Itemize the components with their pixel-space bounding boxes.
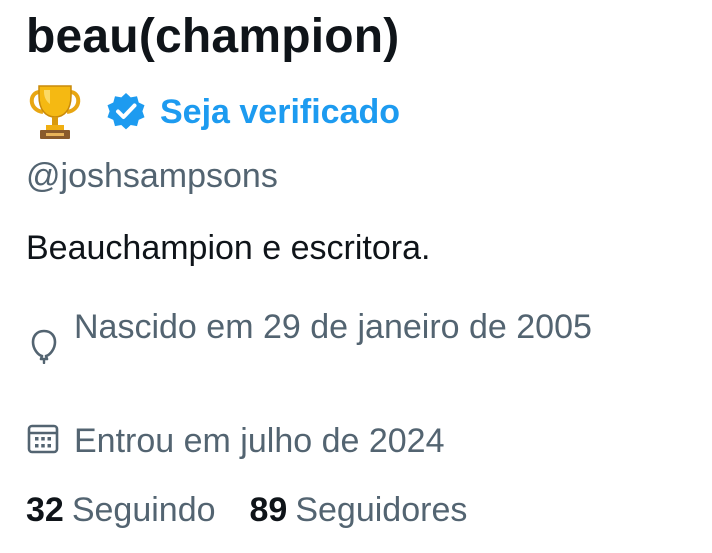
trophy-icon [26, 82, 84, 142]
follow-stats: 32 Seguindo 89 Seguidores [26, 488, 467, 532]
following-label: Seguindo [71, 491, 216, 529]
bio-text: Beauchampion e escritora. [26, 229, 431, 267]
followers-label: Seguidores [295, 491, 468, 529]
followers-count: 89 [249, 491, 288, 529]
badge-row: Seja verificado [26, 80, 400, 144]
birth-date-text: Nascido em 29 de janeiro de 2005 [74, 308, 592, 346]
following-count: 32 [26, 491, 64, 529]
birth-date-row: Nascido em 29 de janeiro de 2005 [26, 302, 614, 365]
join-date-row: Entrou em julho de 2024 [26, 416, 614, 466]
user-handle: @joshsampsons [26, 157, 278, 195]
get-verified-link[interactable]: Seja verificado [160, 93, 400, 132]
following-link[interactable]: 32 Seguindo [26, 488, 216, 532]
join-date-text: Entrou em julho de 2024 [74, 422, 445, 460]
calendar-icon [26, 421, 62, 457]
display-name: beau(champion) [26, 10, 400, 63]
balloon-icon [26, 328, 62, 365]
verified-badge-icon [106, 92, 146, 132]
followers-link[interactable]: 89 Seguidores [250, 488, 468, 532]
